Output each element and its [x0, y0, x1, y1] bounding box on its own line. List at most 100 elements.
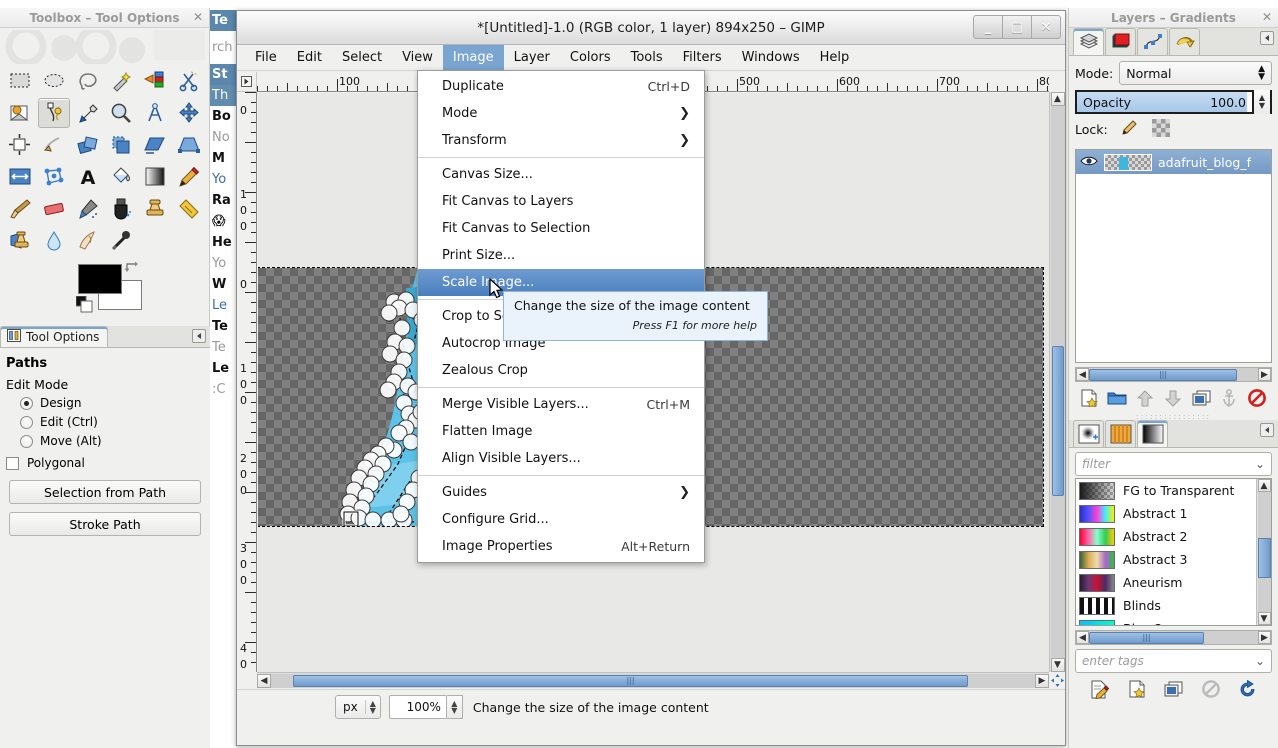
menu-image[interactable]: Image	[442, 45, 504, 70]
menu-windows[interactable]: Windows	[732, 45, 810, 70]
close-button[interactable]: ✕	[1031, 15, 1061, 39]
menu-item-flatten-image[interactable]: Flatten Image	[418, 418, 704, 445]
measure-tool[interactable]	[139, 98, 171, 128]
vertical-ruler[interactable]: 01000100200300400	[237, 92, 257, 672]
list-item[interactable]: FG to Transparent	[1076, 479, 1256, 502]
menu-edit[interactable]: Edit	[287, 45, 332, 70]
duplicate-gradient-icon[interactable]	[1164, 679, 1184, 699]
rotate-tool[interactable]	[72, 130, 104, 160]
foreground-color-swatch[interactable]	[78, 264, 122, 294]
scroll-right-button[interactable]: ▶	[1258, 631, 1271, 644]
bucket-fill-tool[interactable]	[106, 162, 138, 192]
scroll-left-button[interactable]: ◀	[1076, 631, 1089, 644]
swap-colors-icon[interactable]	[124, 260, 140, 279]
ellipse-select-tool[interactable]	[38, 66, 70, 96]
menu-item-configure-grid[interactable]: Configure Grid...	[418, 506, 704, 533]
radio-design[interactable]: Design	[20, 396, 204, 410]
vscroll-track[interactable]	[1050, 106, 1065, 658]
menu-item-transform[interactable]: Transform ❯	[418, 127, 704, 154]
scroll-left-button[interactable]: ◀	[257, 673, 271, 688]
select-by-color-tool[interactable]	[139, 66, 171, 96]
radio-edit[interactable]: Edit (Ctrl)	[20, 415, 204, 429]
close-icon[interactable]: ✕	[193, 10, 203, 24]
tags-input[interactable]: enter tags ⌄	[1075, 649, 1272, 673]
menu-item-guides[interactable]: Guides ❯	[418, 479, 704, 506]
cage-transform-tool[interactable]	[38, 162, 70, 192]
zoom-tool[interactable]	[106, 98, 138, 128]
menu-file[interactable]: File	[245, 45, 287, 70]
list-item[interactable]: adafruit_blog_f	[1076, 150, 1271, 174]
heal-tool[interactable]	[173, 194, 205, 224]
layers-horizontal-scrollbar[interactable]: ◀ ||| ▶	[1075, 367, 1272, 382]
scissors-select-tool[interactable]	[173, 66, 205, 96]
gradients-list[interactable]: FG to Transparent Abstract 1 Abstract 2 Abs…	[1075, 478, 1272, 626]
menu-item-fit-canvas-to-selection[interactable]: Fit Canvas to Selection	[418, 215, 704, 242]
paths-tool[interactable]	[37, 98, 70, 128]
unit-spin-icon[interactable]: ▲ ▼	[364, 700, 380, 715]
hscroll-thumb[interactable]: |||	[293, 674, 968, 687]
minimize-button[interactable]: _	[973, 15, 1003, 39]
blur-sharpen-tool[interactable]	[38, 226, 70, 256]
gradient-filter-input[interactable]: filter ⌄	[1075, 452, 1272, 476]
menu-item-print-size[interactable]: Print Size...	[418, 242, 704, 269]
ruler-origin-button[interactable]	[237, 72, 257, 92]
menu-help[interactable]: Help	[810, 45, 860, 70]
rect-select-tool[interactable]	[4, 66, 36, 96]
menu-item-image-properties[interactable]: Image Properties Alt+Return	[418, 533, 704, 560]
dock-separator-handle[interactable]: ::::::::::::::::	[1069, 412, 1278, 421]
layers-dock-menu-button[interactable]	[1260, 31, 1274, 45]
hscroll-thumb[interactable]: |||	[1089, 368, 1237, 381]
fuzzy-select-tool[interactable]	[106, 66, 138, 96]
navigation-button[interactable]	[1049, 672, 1065, 688]
zoom-input[interactable]: 100%	[388, 695, 447, 719]
perspective-tool[interactable]	[173, 130, 205, 160]
vscroll-thumb[interactable]	[1051, 346, 1064, 496]
edit-gradient-icon[interactable]	[1090, 679, 1110, 699]
tab-undo-history[interactable]	[1169, 28, 1200, 55]
new-layer-group-icon[interactable]	[1107, 388, 1127, 408]
free-select-tool[interactable]	[72, 66, 104, 96]
list-item[interactable]: Aneurism	[1076, 571, 1256, 594]
menu-colors[interactable]: Colors	[560, 45, 621, 70]
eye-icon[interactable]	[1080, 155, 1098, 170]
blend-mode-select[interactable]: Normal ▲ ▼	[1119, 61, 1272, 85]
polygonal-checkbox-row[interactable]: Polygonal	[6, 456, 204, 470]
menu-select[interactable]: Select	[332, 45, 392, 70]
zoom-spin-icon[interactable]: ▲ ▼	[446, 695, 463, 719]
gimp-titlebar[interactable]: *[Untitled]-1.0 (RGB color, 1 layer) 894…	[237, 11, 1065, 45]
hscroll-track[interactable]: |||	[271, 673, 1035, 688]
gradients-scrollbar[interactable]: ▲ ▼	[1256, 479, 1271, 625]
clone-tool[interactable]	[139, 194, 171, 224]
menu-item-fit-canvas-to-layers[interactable]: Fit Canvas to Layers	[418, 188, 704, 215]
opacity-slider[interactable]: Opacity 100.0 ▲ ▼	[1075, 90, 1272, 114]
chevron-down-icon[interactable]: ⌄	[1255, 654, 1265, 668]
gradients-horizontal-scrollbar[interactable]: ◀ ||| ▶	[1075, 630, 1272, 645]
scroll-left-button[interactable]: ◀	[1076, 368, 1089, 381]
tab-patterns[interactable]	[1105, 420, 1136, 447]
scroll-right-button[interactable]: ▶	[1258, 368, 1271, 381]
tab-paths[interactable]	[1137, 28, 1168, 55]
gradients-dock-menu-button[interactable]	[1260, 423, 1274, 437]
dock-menu-button[interactable]	[192, 329, 206, 343]
scroll-up-button[interactable]: ▲	[1050, 92, 1065, 106]
list-item[interactable]: Blinds	[1076, 594, 1256, 617]
color-picker-tool[interactable]	[72, 98, 104, 128]
lock-pixels-icon[interactable]	[1120, 119, 1138, 140]
menu-filters[interactable]: Filters	[673, 45, 732, 70]
stroke-path-button[interactable]: Stroke Path	[9, 512, 201, 536]
maximize-button[interactable]: □	[1002, 15, 1032, 39]
list-item[interactable]: Abstract 3	[1076, 548, 1256, 571]
scroll-up-button[interactable]: ▲	[1257, 479, 1271, 492]
chevron-down-icon[interactable]: ⌄	[1255, 457, 1265, 471]
tab-gradients[interactable]	[1137, 420, 1168, 447]
menu-item-mode[interactable]: Mode ❯	[418, 100, 704, 127]
layers-list[interactable]: adafruit_blog_f	[1075, 149, 1272, 363]
list-item[interactable]: Blue 2	[1076, 617, 1256, 625]
duplicate-layer-icon[interactable]	[1191, 388, 1211, 408]
pencil-tool[interactable]	[173, 162, 205, 192]
vscroll-thumb[interactable]	[1257, 538, 1271, 578]
text-tool[interactable]: A	[72, 162, 104, 192]
menu-item-merge-visible-layers[interactable]: Merge Visible Layers... Ctrl+M	[418, 391, 704, 418]
scroll-down-button[interactable]: ▼	[1050, 658, 1065, 672]
delete-layer-icon[interactable]	[1247, 388, 1267, 408]
